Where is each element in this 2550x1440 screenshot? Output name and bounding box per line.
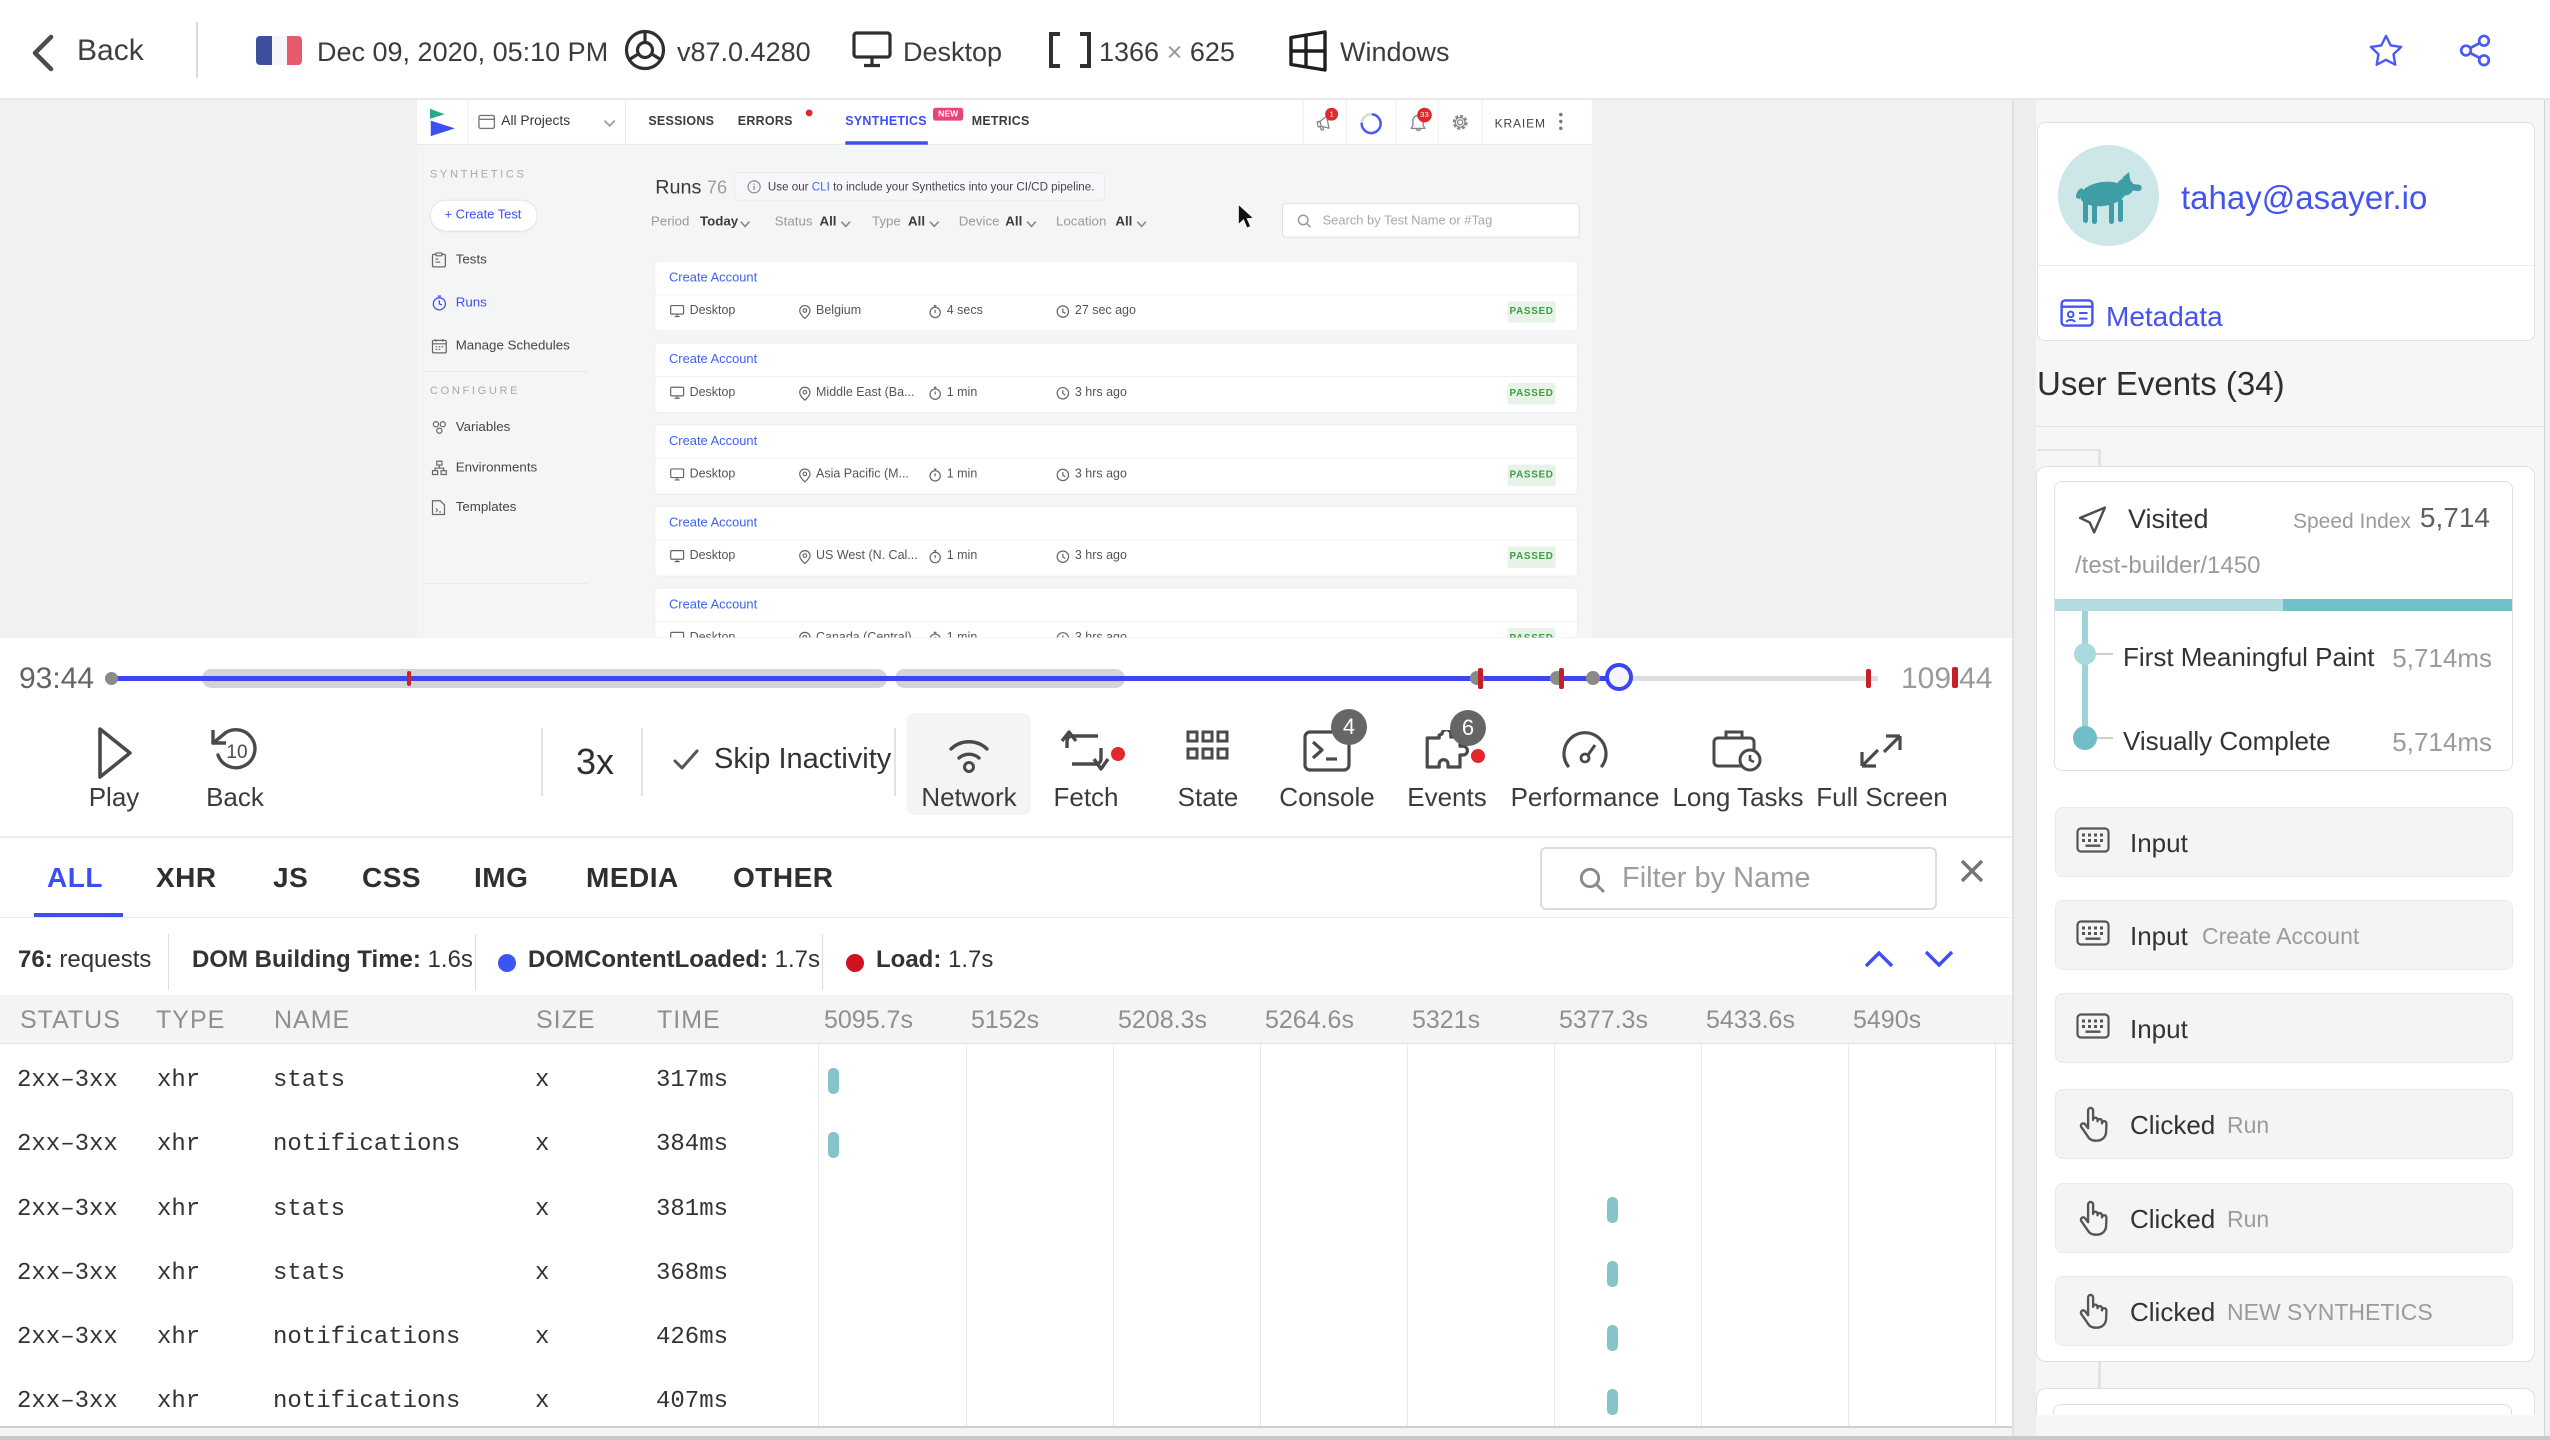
svg-text:10: 10 <box>226 742 247 763</box>
